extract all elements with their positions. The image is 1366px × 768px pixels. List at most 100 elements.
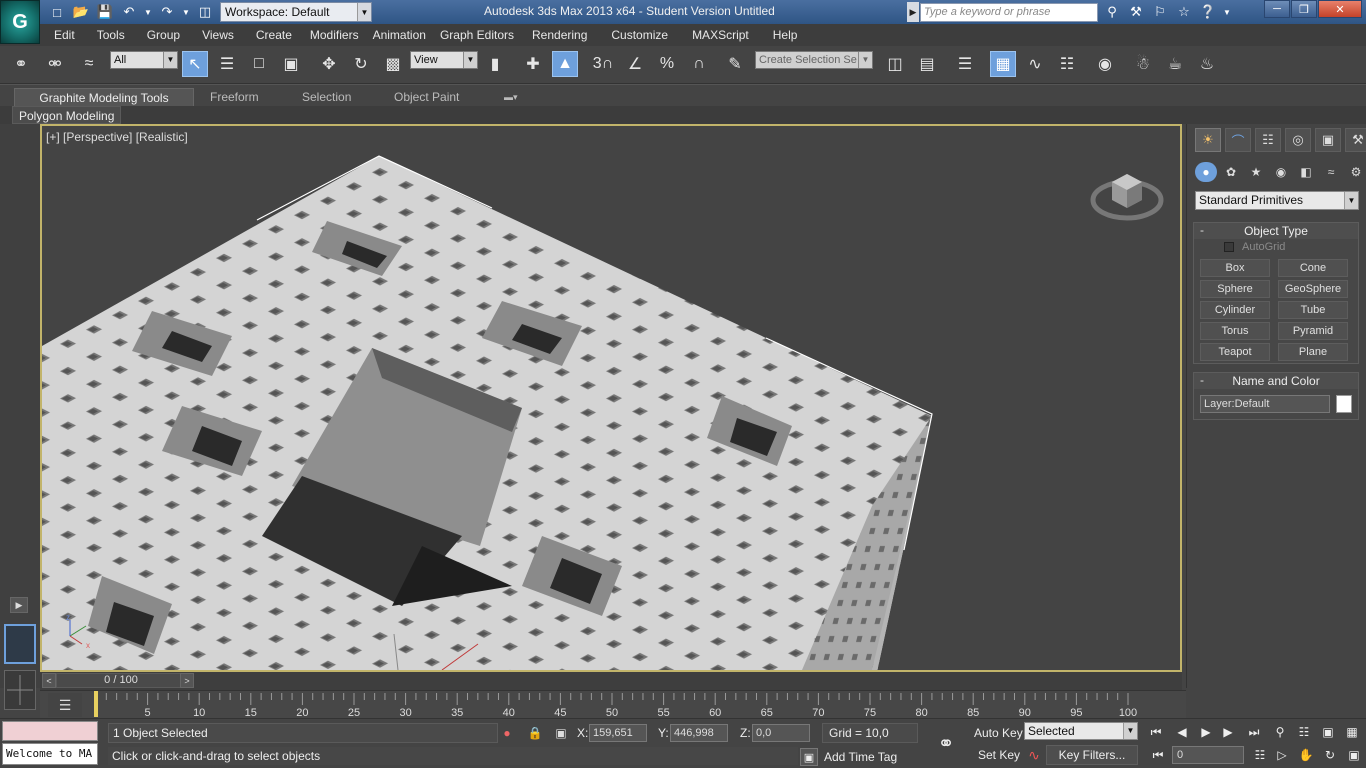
- menu-rendering[interactable]: Rendering: [532, 28, 611, 42]
- viewport-layout-quad[interactable]: [4, 670, 36, 710]
- angle-snap-icon[interactable]: ∠: [622, 51, 648, 77]
- menu-modifiers[interactable]: Modifiers: [310, 28, 373, 42]
- keyboard-shortcut-override-icon[interactable]: ▲: [552, 51, 578, 77]
- menu-group[interactable]: Group: [147, 28, 202, 42]
- object-color-swatch[interactable]: [1336, 395, 1352, 413]
- menu-tools[interactable]: Tools: [97, 28, 147, 42]
- menu-help[interactable]: Help: [773, 28, 808, 42]
- graphite-toggle-icon[interactable]: ▦: [990, 51, 1016, 77]
- y-coordinate-field[interactable]: 446,998: [670, 724, 728, 742]
- field-of-view-icon[interactable]: ▷: [1272, 746, 1292, 764]
- next-frame-icon[interactable]: >: [180, 673, 194, 688]
- search-input[interactable]: Type a keyword or phrase: [920, 3, 1098, 22]
- perspective-viewport[interactable]: [+] [Perspective] [Realistic] z x: [40, 124, 1182, 672]
- undo-dropdown-icon[interactable]: ▼: [144, 3, 152, 21]
- viewport-label[interactable]: [+] [Perspective] [Realistic]: [46, 130, 188, 144]
- polygon-modeling-panel[interactable]: Polygon Modeling: [12, 106, 122, 124]
- material-editor-icon[interactable]: ◉: [1092, 51, 1118, 77]
- absolute-mode-icon[interactable]: ▣: [552, 724, 570, 742]
- tab-graphite-modeling-tools[interactable]: Graphite Modeling Tools: [14, 88, 194, 106]
- maxscript-listener-input[interactable]: [2, 721, 98, 741]
- select-by-name-icon[interactable]: ☰: [214, 51, 240, 77]
- schematic-view-icon[interactable]: ☷: [1054, 51, 1080, 77]
- minimize-button[interactable]: ─: [1264, 0, 1290, 18]
- key-mode-dropdown[interactable]: Selected ▼: [1024, 722, 1138, 740]
- next-key-icon[interactable]: ▶: [1218, 723, 1238, 741]
- zoom-icon[interactable]: ⚲: [1270, 723, 1290, 741]
- orbit-icon[interactable]: ↻: [1320, 746, 1340, 764]
- reference-coordinate-dropdown[interactable]: View ▼: [410, 51, 478, 69]
- key-mode-toggle-icon[interactable]: ⏮: [1148, 746, 1168, 764]
- display-tab-icon[interactable]: ▣: [1315, 128, 1341, 152]
- workspace-dropdown[interactable]: Workspace: Default ▼: [220, 2, 372, 22]
- ribbon-options-icon[interactable]: ▬▾: [496, 88, 526, 106]
- selection-lock-icon[interactable]: 🔒: [526, 724, 544, 742]
- select-and-scale-icon[interactable]: ▩: [380, 51, 406, 77]
- redo-icon[interactable]: ↷: [158, 3, 176, 21]
- cameras-icon[interactable]: ◉: [1270, 162, 1292, 182]
- geosphere-button[interactable]: GeoSphere: [1278, 280, 1348, 298]
- shapes-icon[interactable]: ✿: [1220, 162, 1242, 182]
- space-warps-icon[interactable]: ≈: [1320, 162, 1342, 182]
- select-and-move-icon[interactable]: ✥: [316, 51, 342, 77]
- menu-customize[interactable]: Customize: [611, 28, 692, 42]
- set-key-icon[interactable]: ⚭: [930, 729, 962, 757]
- tab-selection[interactable]: Selection: [294, 88, 359, 106]
- current-frame-marker[interactable]: [94, 691, 98, 717]
- utilities-tab-icon[interactable]: ⚒: [1345, 128, 1366, 152]
- menu-maxscript[interactable]: MAXScript: [692, 28, 773, 42]
- trackbar[interactable]: ☰ 5 10 15 20 25 30 35 40 45 50 55 60 65 70 75 80 85 90 95 1…: [40, 690, 1186, 719]
- unlink-icon[interactable]: ⚮: [42, 51, 68, 77]
- go-to-end-icon[interactable]: ⏭: [1244, 723, 1264, 741]
- search-expand-icon[interactable]: ▶: [907, 2, 919, 22]
- add-time-tag-button[interactable]: ▣ Add Time Tag: [800, 747, 922, 767]
- set-key-button[interactable]: Set Key: [978, 745, 1020, 765]
- render-production-icon[interactable]: ♨: [1194, 51, 1220, 77]
- hierarchy-tab-icon[interactable]: ☷: [1255, 128, 1281, 152]
- name-and-color-header[interactable]: - Name and Color: [1194, 373, 1358, 389]
- window-crossing-icon[interactable]: ▣: [278, 51, 304, 77]
- previous-frame-icon[interactable]: <: [42, 673, 56, 688]
- close-button[interactable]: ✕: [1318, 0, 1362, 18]
- mirror-icon[interactable]: ◫: [882, 51, 908, 77]
- align-icon[interactable]: ▤: [914, 51, 940, 77]
- rectangular-selection-icon[interactable]: □: [246, 51, 272, 77]
- maxscript-listener-output[interactable]: Welcome to MA: [2, 743, 98, 765]
- maximize-viewport-icon[interactable]: ▣: [1344, 746, 1364, 764]
- object-name-field[interactable]: Layer:Default: [1200, 395, 1330, 413]
- pan-hand-icon[interactable]: ✋: [1296, 746, 1316, 764]
- app-logo-icon[interactable]: G: [0, 0, 40, 44]
- menu-animation[interactable]: Animation: [373, 28, 440, 42]
- x-coordinate-field[interactable]: 159,651: [589, 724, 647, 742]
- previous-key-icon[interactable]: ◀: [1172, 723, 1192, 741]
- teapot-button[interactable]: Teapot: [1200, 343, 1270, 361]
- mini-curve-editor-icon[interactable]: ☰: [48, 693, 82, 717]
- pivot-center-icon[interactable]: ▮: [482, 51, 508, 77]
- default-in-out-tangent-icon[interactable]: ∿: [1024, 745, 1044, 765]
- select-and-link-icon[interactable]: ⚭: [8, 51, 34, 77]
- new-file-icon[interactable]: □: [48, 3, 66, 21]
- key-filters-button[interactable]: Key Filters...: [1046, 745, 1138, 765]
- percent-snap-icon[interactable]: %: [654, 51, 680, 77]
- save-icon[interactable]: 💾: [96, 3, 114, 21]
- motion-tab-icon[interactable]: ◎: [1285, 128, 1311, 152]
- expand-arrow-icon[interactable]: ▶: [10, 597, 28, 613]
- rendered-frame-window-icon[interactable]: ☕: [1162, 51, 1188, 77]
- tab-freeform[interactable]: Freeform: [202, 88, 267, 106]
- project-folder-icon[interactable]: ◫: [196, 3, 214, 21]
- torus-button[interactable]: Torus: [1200, 322, 1270, 340]
- menu-graph-editors[interactable]: Graph Editors: [440, 28, 532, 42]
- tab-object-paint[interactable]: Object Paint: [386, 88, 467, 106]
- time-configuration-icon[interactable]: ☷: [1250, 746, 1270, 764]
- current-frame-field[interactable]: 0: [1172, 746, 1244, 764]
- render-setup-icon[interactable]: ☃: [1130, 51, 1156, 77]
- autogrid-checkbox[interactable]: AutoGrid: [1224, 241, 1285, 253]
- sphere-button[interactable]: Sphere: [1200, 280, 1270, 298]
- menu-create[interactable]: Create: [256, 28, 310, 42]
- named-selection-set-dropdown[interactable]: Create Selection Se ▼: [755, 51, 873, 69]
- geometry-icon[interactable]: ●: [1195, 162, 1217, 182]
- modify-tab-icon[interactable]: ⌒: [1225, 128, 1251, 152]
- cone-button[interactable]: Cone: [1278, 259, 1348, 277]
- object-type-header[interactable]: - Object Type: [1194, 223, 1358, 239]
- select-and-rotate-icon[interactable]: ↻: [348, 51, 374, 77]
